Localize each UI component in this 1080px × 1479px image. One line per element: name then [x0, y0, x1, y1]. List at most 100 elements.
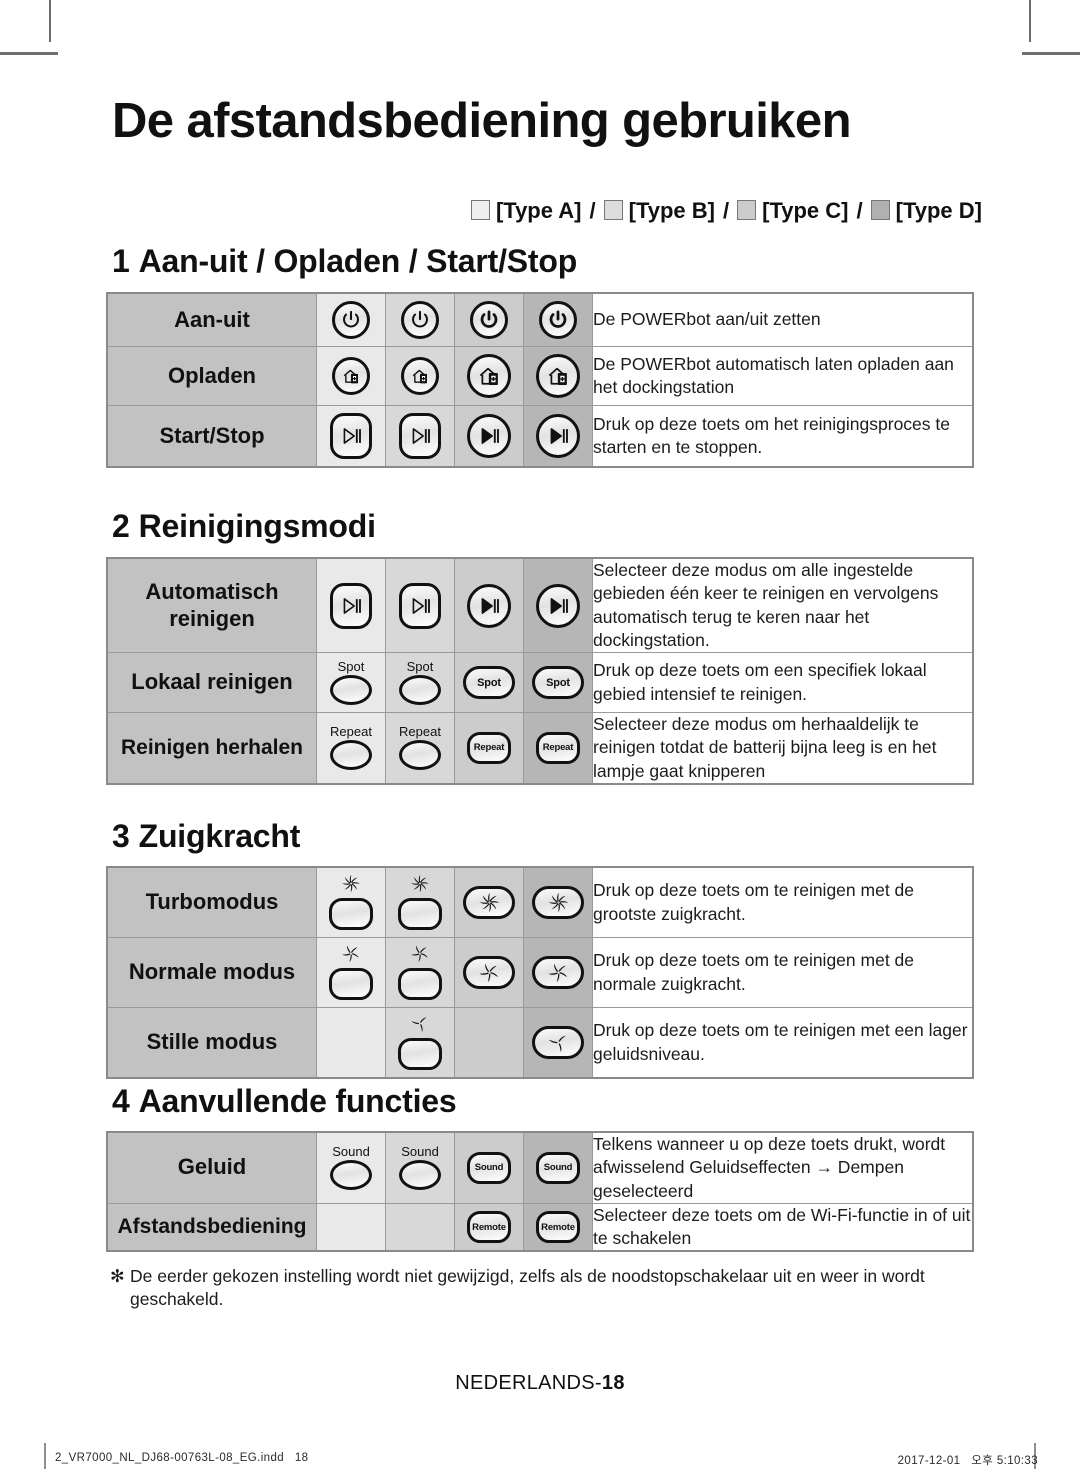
turbo-button[interactable]: [398, 898, 442, 930]
repeat-button[interactable]: Repeat: [536, 731, 580, 764]
fan-silent-icon: [548, 1033, 568, 1052]
home-charge-icon[interactable]: [401, 357, 439, 395]
fan-normal-icon: [548, 963, 568, 982]
page-footer-language: NEDERLANDS-: [455, 1372, 602, 1394]
row-label-afstandsbediening: Afstandsbediening: [106, 1202, 317, 1252]
normal-button[interactable]: [532, 956, 584, 989]
normal-button[interactable]: [398, 968, 442, 1000]
repeat-button[interactable]: [399, 740, 441, 771]
silent-button[interactable]: [532, 1026, 584, 1059]
section-title-3: Zuigkracht: [138, 818, 301, 854]
remote-button[interactable]: Remote: [467, 1211, 511, 1244]
remote-button[interactable]: Remote: [536, 1211, 580, 1244]
cell-type-a: [316, 557, 386, 654]
sound-button[interactable]: [399, 1160, 441, 1191]
spot-button[interactable]: [399, 675, 441, 706]
cell-type-a: [316, 866, 386, 938]
print-runner-timestamp: 2017-12-01 오후 5:10:33: [898, 1452, 1038, 1468]
spot-button[interactable]: [330, 675, 372, 706]
table-row: Afstandsbediening Remote Remote Selectee…: [106, 1202, 974, 1252]
table-row: Start/Stop Druk op deze toets om het rei…: [106, 405, 974, 468]
play-pause-icon[interactable]: [536, 414, 580, 458]
legend-item-type-d: [Type D]: [870, 198, 982, 224]
repeat-button[interactable]: [330, 740, 372, 771]
swatch-type-d-icon: [870, 200, 890, 220]
legend-separator-1: /: [589, 198, 596, 223]
cell-type-a-empty: [316, 1007, 386, 1079]
legend-item-type-b: [Type B]: [603, 198, 715, 224]
play-pause-icon[interactable]: [536, 583, 580, 628]
cell-type-b: [385, 866, 455, 938]
normal-button[interactable]: [329, 968, 373, 1000]
fan-turbo-icon: [479, 893, 499, 912]
row-description: Druk op deze toets om te reinigen met ee…: [592, 1007, 974, 1079]
cell-type-c: Spot: [454, 652, 524, 714]
row-description: Druk op deze toets om te reinigen met de…: [592, 937, 974, 1008]
play-pause-icon[interactable]: [330, 582, 372, 629]
silent-button[interactable]: [398, 1038, 442, 1070]
repeat-button[interactable]: Repeat: [467, 731, 511, 764]
table-row: Opladen De POWERbot automatisch laten op…: [106, 346, 974, 406]
legend-label-type-b: [Type B]: [628, 198, 715, 223]
cell-type-b: Spot: [385, 652, 455, 714]
page-title: De afstandsbediening gebruiken: [112, 94, 852, 148]
power-icon[interactable]: [332, 301, 370, 339]
cell-type-d: [523, 937, 593, 1008]
section-title-2: Reinigingsmodi: [138, 508, 376, 544]
cell-type-a: [316, 346, 386, 406]
cell-type-b: Repeat: [385, 712, 455, 785]
turbo-button[interactable]: [532, 886, 584, 919]
cell-type-b: [385, 1007, 455, 1079]
cell-type-a-empty: [316, 1202, 386, 1252]
home-charge-icon[interactable]: [536, 354, 580, 398]
footnote-text: De eerder gekozen instelling wordt niet …: [130, 1266, 925, 1310]
page-footer: NEDERLANDS-18: [0, 1372, 1080, 1395]
row-description: Selecteer deze modus om herhaaldelijk te…: [592, 712, 974, 785]
fan-normal-icon: [479, 963, 499, 982]
fan-normal-icon: [409, 945, 431, 967]
sound-button[interactable]: [330, 1160, 372, 1191]
section-heading-4: 4 Aanvullende functies: [112, 1083, 457, 1120]
play-pause-icon[interactable]: [330, 413, 372, 459]
legend-label-type-a: [Type A]: [495, 198, 582, 223]
row-label-turbomodus: Turbomodus: [106, 866, 317, 938]
footnote-marker-icon: ✻: [110, 1266, 125, 1286]
play-pause-icon[interactable]: [399, 582, 441, 629]
button-caption: Repeat: [330, 724, 372, 740]
play-pause-icon[interactable]: [467, 583, 511, 628]
home-charge-icon[interactable]: [332, 357, 370, 395]
cell-type-a: [316, 292, 386, 347]
sound-button-label: Sound: [474, 1162, 504, 1174]
cell-type-c: Remote: [454, 1202, 524, 1252]
table-row: Stille modus Druk op deze toets om te re…: [106, 1007, 974, 1079]
table-row: Normale modus Druk op deze toets om te r…: [106, 937, 974, 1008]
button-caption: Spot: [406, 659, 434, 675]
row-label-geluid: Geluid: [106, 1131, 317, 1204]
row-label-normale-modus: Normale modus: [106, 937, 317, 1008]
play-pause-icon[interactable]: [467, 414, 511, 458]
home-charge-icon[interactable]: [467, 354, 511, 398]
normal-button[interactable]: [463, 956, 515, 989]
spot-button[interactable]: Spot: [463, 666, 515, 700]
power-icon[interactable]: [470, 301, 508, 339]
cell-type-c: [454, 405, 524, 468]
row-label-automatisch-reinigen: Automatisch reinigen: [106, 557, 317, 654]
cell-type-b: [385, 557, 455, 654]
turbo-button[interactable]: [329, 898, 373, 930]
power-icon[interactable]: [401, 301, 439, 339]
print-runner-filename: 2_VR7000_NL_DJ68-00763L-08_EG.indd: [55, 1452, 285, 1464]
print-runner-file: 2_VR7000_NL_DJ68-00763L-08_EG.indd 18: [55, 1452, 308, 1464]
turbo-button[interactable]: [463, 886, 515, 919]
cell-type-a: Repeat: [316, 712, 386, 785]
button-caption: Repeat: [399, 724, 441, 740]
spot-button[interactable]: Spot: [532, 666, 584, 700]
cell-type-b: [385, 937, 455, 1008]
table-section-3: Turbomodus Druk op deze toets om te rein…: [106, 866, 974, 1079]
power-icon[interactable]: [539, 301, 577, 339]
sound-button[interactable]: Sound: [536, 1151, 580, 1184]
row-label-stille-modus: Stille modus: [106, 1007, 317, 1079]
play-pause-icon[interactable]: [399, 413, 441, 459]
legend-item-type-c: [Type C]: [737, 198, 849, 224]
sound-button[interactable]: Sound: [467, 1151, 511, 1184]
spot-button-label: Spot: [477, 676, 501, 689]
